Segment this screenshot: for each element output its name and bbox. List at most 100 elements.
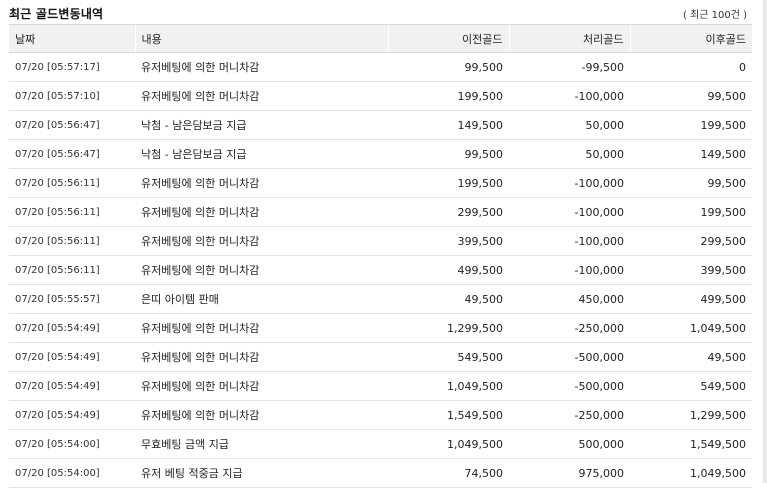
row-before-gold: 99,500: [388, 139, 509, 169]
row-description: 유저베팅에 의한 머니차감: [135, 168, 388, 198]
row-change-gold: 450,000: [509, 284, 630, 314]
table-row: 07/20 [05:54:49] 유저베팅에 의한 머니차감 1,049,500 -5…: [9, 371, 752, 401]
gold-history-table: 날짜 내용 이전골드 처리골드 이후골드 07/20 [05:57:17] 유저베…: [9, 24, 752, 488]
column-header-description: 내용: [134, 24, 388, 53]
row-after-gold: 399,500: [630, 255, 752, 285]
table-row: 07/20 [05:54:00] 유저 베팅 적중금 지급 74,500 975,00…: [9, 458, 752, 488]
row-after-gold: 99,500: [630, 81, 752, 111]
scrollbar[interactable]: [763, 0, 767, 483]
row-after-gold: 99,500: [630, 168, 752, 198]
row-description: 낙첨 - 남은담보금 지급: [135, 110, 388, 140]
row-change-gold: 50,000: [509, 110, 630, 140]
row-date: 07/20 [05:54:49]: [9, 371, 135, 401]
row-before-gold: 549,500: [388, 342, 509, 372]
table-row: 07/20 [05:54:49] 유저베팅에 의한 머니차감 1,549,500 -2…: [9, 400, 752, 430]
table-header-row: 날짜 내용 이전골드 처리골드 이후골드: [9, 24, 752, 53]
row-change-gold: -100,000: [509, 255, 630, 285]
row-date: 07/20 [05:54:49]: [9, 313, 135, 343]
row-date: 07/20 [05:56:47]: [9, 110, 135, 140]
row-description: 은띠 아이템 판매: [135, 284, 388, 314]
row-after-gold: 1,549,500: [630, 429, 752, 459]
row-before-gold: 299,500: [388, 197, 509, 227]
row-change-gold: -250,000: [509, 313, 630, 343]
row-description: 유저베팅에 의한 머니차감: [135, 342, 388, 372]
column-header-before-gold: 이전골드: [387, 24, 509, 53]
row-before-gold: 49,500: [388, 284, 509, 314]
row-change-gold: -100,000: [509, 81, 630, 111]
column-header-date: 날짜: [9, 24, 135, 53]
row-after-gold: 199,500: [630, 197, 752, 227]
row-description: 유저베팅에 의한 머니차감: [135, 371, 388, 401]
row-change-gold: -500,000: [509, 342, 630, 372]
header-bar: 최근 골드변동내역 ( 최근 100건 ): [0, 0, 767, 24]
row-after-gold: 1,049,500: [630, 313, 752, 343]
row-description: 무효베팅 금액 지급: [135, 429, 388, 459]
row-date: 07/20 [05:54:00]: [9, 458, 135, 488]
table-row: 07/20 [05:55:57] 은띠 아이템 판매 49,500 450,000 49…: [9, 284, 752, 314]
row-description: 유저 베팅 적중금 지급: [135, 458, 388, 488]
row-description: 유저베팅에 의한 머니차감: [135, 400, 388, 430]
column-header-after-gold: 이후골드: [629, 24, 752, 53]
row-description: 유저베팅에 의한 머니차감: [135, 255, 388, 285]
table-row: 07/20 [05:56:11] 유저베팅에 의한 머니차감 399,500 -100…: [9, 226, 752, 256]
table-row: 07/20 [05:54:49] 유저베팅에 의한 머니차감 1,299,500 -2…: [9, 313, 752, 343]
row-description: 유저베팅에 의한 머니차감: [135, 52, 388, 82]
row-description: 유저베팅에 의한 머니차감: [135, 81, 388, 111]
row-before-gold: 74,500: [388, 458, 509, 488]
row-before-gold: 99,500: [388, 52, 509, 82]
row-after-gold: 199,500: [630, 110, 752, 140]
row-date: 07/20 [05:56:11]: [9, 168, 135, 198]
row-date: 07/20 [05:56:11]: [9, 226, 135, 256]
row-description: 유저베팅에 의한 머니차감: [135, 226, 388, 256]
row-before-gold: 199,500: [388, 81, 509, 111]
table-row: 07/20 [05:56:47] 낙첨 - 남은담보금 지급 99,500 50,00…: [9, 139, 752, 169]
row-after-gold: 0: [630, 52, 752, 82]
row-date: 07/20 [05:56:11]: [9, 197, 135, 227]
column-header-change-gold: 처리골드: [508, 24, 630, 53]
row-date: 07/20 [05:54:49]: [9, 342, 135, 372]
page-title: 최근 골드변동내역: [9, 7, 104, 21]
table-row: 07/20 [05:56:11] 유저베팅에 의한 머니차감 199,500 -100…: [9, 168, 752, 198]
row-change-gold: -100,000: [509, 226, 630, 256]
row-change-gold: 975,000: [509, 458, 630, 488]
row-after-gold: 499,500: [630, 284, 752, 314]
record-count-label: ( 최근 100건 ): [682, 10, 747, 21]
row-before-gold: 199,500: [388, 168, 509, 198]
row-before-gold: 1,299,500: [388, 313, 509, 343]
table-row: 07/20 [05:56:11] 유저베팅에 의한 머니차감 299,500 -100…: [9, 197, 752, 227]
row-change-gold: 500,000: [509, 429, 630, 459]
row-date: 07/20 [05:54:49]: [9, 400, 135, 430]
table-row: 07/20 [05:56:11] 유저베팅에 의한 머니차감 499,500 -100…: [9, 255, 752, 285]
row-date: 07/20 [05:57:17]: [9, 52, 135, 82]
row-after-gold: 49,500: [630, 342, 752, 372]
row-description: 유저베팅에 의한 머니차감: [135, 313, 388, 343]
row-change-gold: -99,500: [509, 52, 630, 82]
row-change-gold: -500,000: [509, 371, 630, 401]
row-description: 유저베팅에 의한 머니차감: [135, 197, 388, 227]
row-date: 07/20 [05:54:00]: [9, 429, 135, 459]
table-row: 07/20 [05:54:00] 무효베팅 금액 지급 1,049,500 500,0…: [9, 429, 752, 459]
row-change-gold: -100,000: [509, 197, 630, 227]
row-date: 07/20 [05:56:47]: [9, 139, 135, 169]
row-date: 07/20 [05:55:57]: [9, 284, 135, 314]
table-row: 07/20 [05:57:17] 유저베팅에 의한 머니차감 99,500 -99,5…: [9, 52, 752, 82]
row-before-gold: 149,500: [388, 110, 509, 140]
row-after-gold: 299,500: [630, 226, 752, 256]
row-before-gold: 1,049,500: [388, 429, 509, 459]
row-after-gold: 549,500: [630, 371, 752, 401]
row-change-gold: -250,000: [509, 400, 630, 430]
row-before-gold: 499,500: [388, 255, 509, 285]
table-row: 07/20 [05:56:47] 낙첨 - 남은담보금 지급 149,500 50,0…: [9, 110, 752, 140]
row-after-gold: 1,299,500: [630, 400, 752, 430]
row-description: 낙첨 - 남은담보금 지급: [135, 139, 388, 169]
row-after-gold: 1,049,500: [630, 458, 752, 488]
row-date: 07/20 [05:56:11]: [9, 255, 135, 285]
row-before-gold: 1,049,500: [388, 371, 509, 401]
row-change-gold: -100,000: [509, 168, 630, 198]
table-row: 07/20 [05:54:49] 유저베팅에 의한 머니차감 549,500 -500…: [9, 342, 752, 372]
row-date: 07/20 [05:57:10]: [9, 81, 135, 111]
row-after-gold: 149,500: [630, 139, 752, 169]
row-before-gold: 399,500: [388, 226, 509, 256]
row-before-gold: 1,549,500: [388, 400, 509, 430]
table-row: 07/20 [05:57:10] 유저베팅에 의한 머니차감 199,500 -100…: [9, 81, 752, 111]
